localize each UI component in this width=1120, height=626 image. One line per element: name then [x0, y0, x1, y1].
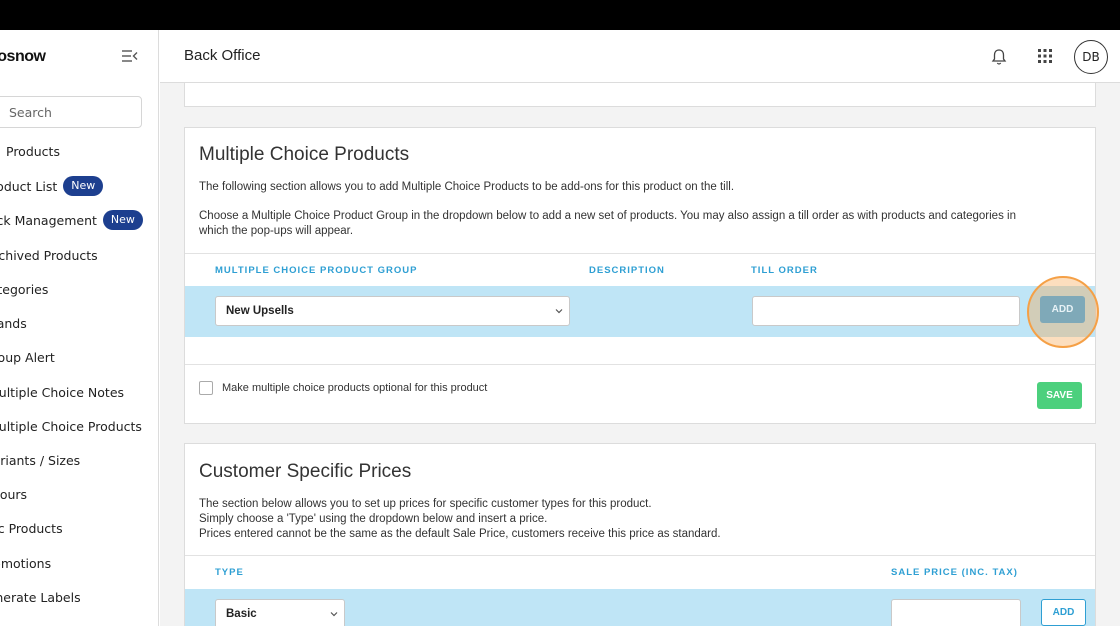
- select-value: New Upsells: [226, 305, 294, 317]
- main-content: Multiple Choice Products The following s…: [160, 83, 1120, 626]
- search-placeholder: Search: [9, 105, 52, 120]
- new-badge: New: [63, 176, 104, 196]
- sidebar-item-label: Brands: [0, 316, 27, 331]
- save-button[interactable]: SAVE: [1037, 382, 1082, 409]
- sidebar-item-colours[interactable]: Colours: [0, 487, 27, 502]
- sidebar-item-generate-labels[interactable]: Generate Labels: [0, 590, 81, 605]
- previous-section-card: [184, 83, 1096, 107]
- top-header: Back Office DB: [160, 30, 1120, 83]
- sidebar-item-group-alert[interactable]: Group Alert: [0, 350, 55, 365]
- collapse-menu-icon[interactable]: [122, 49, 138, 63]
- sidebar-item-label: Multiple Choice Products: [0, 419, 142, 434]
- column-header-description: DESCRIPTION: [589, 265, 665, 276]
- sidebar-item-label: Generate Labels: [0, 590, 81, 605]
- optional-checkbox[interactable]: [199, 381, 213, 395]
- sidebar-item-categories[interactable]: Categories: [0, 282, 48, 297]
- chevron-down-icon: [330, 612, 338, 617]
- bell-icon[interactable]: [991, 48, 1007, 66]
- column-header-sale-price: SALE PRICE (INC. TAX): [891, 567, 1018, 578]
- divider: [185, 364, 1095, 365]
- sale-price-input[interactable]: [891, 599, 1021, 626]
- sidebar-item-products[interactable]: Products: [6, 144, 60, 159]
- customer-type-select[interactable]: Basic: [215, 599, 345, 626]
- sidebar-item-label: Multiple Choice Notes: [0, 385, 125, 400]
- section-description: Simply choose a 'Type' using the dropdow…: [199, 513, 548, 525]
- user-avatar[interactable]: DB: [1074, 40, 1108, 74]
- multiple-choice-products-card: Multiple Choice Products The following s…: [184, 127, 1099, 424]
- page-title: Back Office: [184, 47, 261, 64]
- section-description: The following section allows you to add …: [199, 181, 735, 193]
- sidebar-item-label: Product List: [0, 178, 58, 194]
- sidebar-item-label: Products: [6, 144, 60, 159]
- column-header-group: MULTIPLE CHOICE PRODUCT GROUP: [215, 265, 418, 276]
- sidebar-item-label: Stock Management: [0, 212, 97, 228]
- add-multiple-choice-button[interactable]: ADD: [1040, 296, 1085, 323]
- sidebar-item-promotions[interactable]: Promotions: [0, 556, 51, 571]
- chevron-down-icon: [555, 309, 563, 314]
- sidebar-item-multiple-choice-notes[interactable]: Multiple Choice Notes: [0, 385, 124, 400]
- multiple-choice-group-select[interactable]: New Upsells: [215, 296, 570, 326]
- sidebar-item-label: Misc Products: [0, 521, 63, 536]
- sidebar: posnow Search Products Product List New …: [0, 30, 159, 626]
- section-description: The section below allows you to set up p…: [199, 498, 652, 510]
- sidebar-item-multiple-choice-products[interactable]: Multiple Choice Products: [0, 419, 142, 434]
- add-customer-price-button[interactable]: ADD: [1041, 599, 1086, 626]
- sidebar-item-stock-management[interactable]: Stock Management New: [0, 210, 143, 230]
- section-title: Customer Specific Prices: [199, 461, 412, 482]
- section-description: which the pop-ups will appear.: [199, 225, 354, 237]
- divider: [185, 555, 1095, 556]
- sidebar-item-label: Promotions: [0, 556, 52, 571]
- column-header-till-order: TILL ORDER: [751, 265, 818, 276]
- till-order-input[interactable]: [752, 296, 1020, 326]
- select-value: Basic: [226, 608, 257, 620]
- sidebar-item-label: Categories: [0, 282, 49, 297]
- sidebar-item-variants-sizes[interactable]: Variants / Sizes: [0, 453, 80, 468]
- section-description: Choose a Multiple Choice Product Group i…: [199, 210, 1016, 222]
- sidebar-item-label: Variants / Sizes: [0, 453, 81, 468]
- customer-specific-prices-card: Customer Specific Prices The section bel…: [184, 443, 1096, 626]
- sidebar-item-product-list[interactable]: Product List New: [0, 176, 104, 196]
- sidebar-search-input[interactable]: Search: [0, 96, 142, 128]
- sidebar-item-misc-products[interactable]: Misc Products: [0, 521, 63, 536]
- sidebar-item-label: Group Alert: [0, 350, 55, 365]
- top-black-bar: [0, 0, 1120, 30]
- sidebar-item-brands[interactable]: Brands: [0, 316, 27, 331]
- section-description: Prices entered cannot be the same as the…: [199, 528, 721, 540]
- section-title: Multiple Choice Products: [199, 144, 410, 165]
- new-badge: New: [102, 210, 143, 230]
- sidebar-item-archived-products[interactable]: Archived Products: [0, 248, 98, 263]
- sidebar-item-label: Colours: [0, 487, 28, 502]
- divider: [185, 253, 1095, 254]
- sidebar-item-label: Archived Products: [0, 248, 98, 263]
- optional-checkbox-label: Make multiple choice products optional f…: [222, 382, 488, 394]
- column-header-type: TYPE: [215, 567, 244, 578]
- app-logo[interactable]: posnow: [0, 48, 46, 66]
- apps-grid-icon[interactable]: [1038, 49, 1052, 63]
